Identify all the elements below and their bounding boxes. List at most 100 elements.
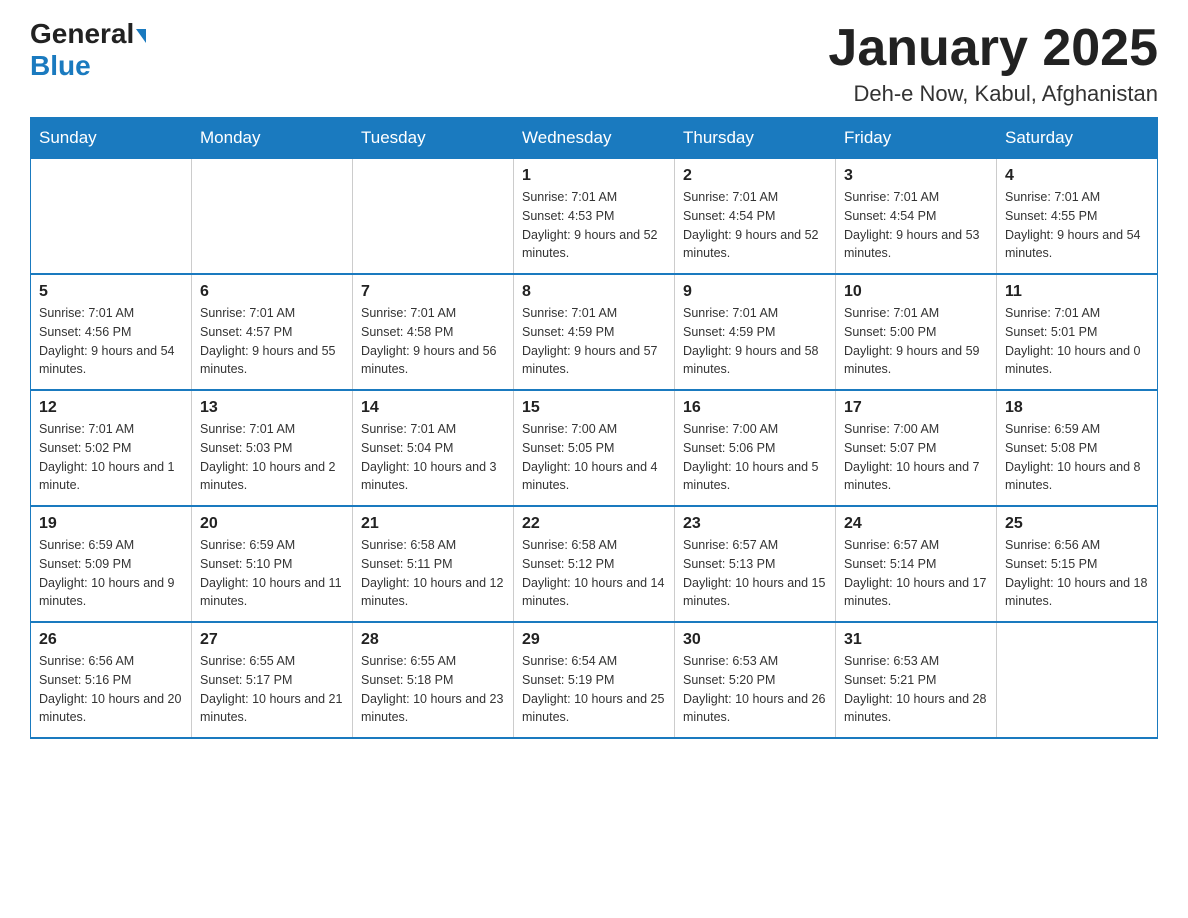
page-header: General Blue January 2025 Deh-e Now, Kab… xyxy=(30,20,1158,107)
day-info: Sunrise: 6:59 AMSunset: 5:08 PMDaylight:… xyxy=(1005,420,1149,495)
calendar-header-row: Sunday Monday Tuesday Wednesday Thursday… xyxy=(31,118,1158,159)
header-wednesday: Wednesday xyxy=(514,118,675,159)
day-number: 2 xyxy=(683,167,827,185)
table-row: 11 Sunrise: 7:01 AMSunset: 5:01 PMDayligh… xyxy=(997,274,1158,390)
day-info: Sunrise: 6:56 AMSunset: 5:16 PMDaylight:… xyxy=(39,652,183,727)
day-info: Sunrise: 7:00 AMSunset: 5:07 PMDaylight:… xyxy=(844,420,988,495)
table-row: 31 Sunrise: 6:53 AMSunset: 5:21 PMDayligh… xyxy=(836,622,997,738)
table-row xyxy=(353,159,514,275)
day-info: Sunrise: 7:01 AMSunset: 4:53 PMDaylight:… xyxy=(522,188,666,263)
table-row: 6 Sunrise: 7:01 AMSunset: 4:57 PMDaylight… xyxy=(192,274,353,390)
day-number: 13 xyxy=(200,399,344,417)
day-number: 11 xyxy=(1005,283,1149,301)
day-number: 7 xyxy=(361,283,505,301)
day-info: Sunrise: 6:55 AMSunset: 5:17 PMDaylight:… xyxy=(200,652,344,727)
day-info: Sunrise: 7:01 AMSunset: 5:01 PMDaylight:… xyxy=(1005,304,1149,379)
table-row xyxy=(997,622,1158,738)
header-tuesday: Tuesday xyxy=(353,118,514,159)
table-row: 24 Sunrise: 6:57 AMSunset: 5:14 PMDayligh… xyxy=(836,506,997,622)
day-info: Sunrise: 6:56 AMSunset: 5:15 PMDaylight:… xyxy=(1005,536,1149,611)
day-info: Sunrise: 7:01 AMSunset: 4:57 PMDaylight:… xyxy=(200,304,344,379)
table-row: 16 Sunrise: 7:00 AMSunset: 5:06 PMDayligh… xyxy=(675,390,836,506)
day-info: Sunrise: 7:01 AMSunset: 5:03 PMDaylight:… xyxy=(200,420,344,495)
day-number: 10 xyxy=(844,283,988,301)
day-info: Sunrise: 7:00 AMSunset: 5:06 PMDaylight:… xyxy=(683,420,827,495)
day-info: Sunrise: 7:01 AMSunset: 4:59 PMDaylight:… xyxy=(522,304,666,379)
header-saturday: Saturday xyxy=(997,118,1158,159)
day-number: 31 xyxy=(844,631,988,649)
table-row: 7 Sunrise: 7:01 AMSunset: 4:58 PMDaylight… xyxy=(353,274,514,390)
calendar-week-row: 1Sunrise: 7:01 AMSunset: 4:53 PMDaylight… xyxy=(31,159,1158,275)
day-number: 3 xyxy=(844,167,988,185)
table-row: 27 Sunrise: 6:55 AMSunset: 5:17 PMDayligh… xyxy=(192,622,353,738)
table-row: 10 Sunrise: 7:01 AMSunset: 5:00 PMDayligh… xyxy=(836,274,997,390)
location-subtitle: Deh-e Now, Kabul, Afghanistan xyxy=(828,81,1158,107)
table-row: 18 Sunrise: 6:59 AMSunset: 5:08 PMDayligh… xyxy=(997,390,1158,506)
day-number: 19 xyxy=(39,515,183,533)
table-row: 23Sunrise: 6:57 AMSunset: 5:13 PMDayligh… xyxy=(675,506,836,622)
table-row xyxy=(31,159,192,275)
day-number: 5 xyxy=(39,283,183,301)
day-info: Sunrise: 6:54 AMSunset: 5:19 PMDaylight:… xyxy=(522,652,666,727)
day-info: Sunrise: 7:01 AMSunset: 4:54 PMDaylight:… xyxy=(844,188,988,263)
day-number: 24 xyxy=(844,515,988,533)
day-number: 28 xyxy=(361,631,505,649)
day-number: 29 xyxy=(522,631,666,649)
table-row: 12 Sunrise: 7:01 AMSunset: 5:02 PMDayligh… xyxy=(31,390,192,506)
day-info: Sunrise: 7:01 AMSunset: 4:55 PMDaylight:… xyxy=(1005,188,1149,263)
day-info: Sunrise: 7:01 AMSunset: 4:54 PMDaylight:… xyxy=(683,188,827,263)
day-info: Sunrise: 6:58 AMSunset: 5:11 PMDaylight:… xyxy=(361,536,505,611)
day-number: 25 xyxy=(1005,515,1149,533)
table-row: 2 Sunrise: 7:01 AMSunset: 4:54 PMDaylight… xyxy=(675,159,836,275)
day-info: Sunrise: 7:01 AMSunset: 5:02 PMDaylight:… xyxy=(39,420,183,495)
table-row: 8 Sunrise: 7:01 AMSunset: 4:59 PMDaylight… xyxy=(514,274,675,390)
table-row: 13 Sunrise: 7:01 AMSunset: 5:03 PMDayligh… xyxy=(192,390,353,506)
day-info: Sunrise: 6:53 AMSunset: 5:21 PMDaylight:… xyxy=(844,652,988,727)
day-number: 6 xyxy=(200,283,344,301)
table-row: 15 Sunrise: 7:00 AMSunset: 5:05 PMDayligh… xyxy=(514,390,675,506)
day-number: 21 xyxy=(361,515,505,533)
table-row xyxy=(192,159,353,275)
day-number: 27 xyxy=(200,631,344,649)
calendar-week-row: 5 Sunrise: 7:01 AMSunset: 4:56 PMDaylight… xyxy=(31,274,1158,390)
day-info: Sunrise: 6:53 AMSunset: 5:20 PMDaylight:… xyxy=(683,652,827,727)
day-info: Sunrise: 6:59 AMSunset: 5:09 PMDaylight:… xyxy=(39,536,183,611)
day-number: 18 xyxy=(1005,399,1149,417)
day-number: 26 xyxy=(39,631,183,649)
title-block: January 2025 Deh-e Now, Kabul, Afghanist… xyxy=(828,20,1158,107)
day-info: Sunrise: 7:00 AMSunset: 5:05 PMDaylight:… xyxy=(522,420,666,495)
month-title: January 2025 xyxy=(828,20,1158,77)
header-monday: Monday xyxy=(192,118,353,159)
day-number: 16 xyxy=(683,399,827,417)
day-number: 15 xyxy=(522,399,666,417)
calendar-week-row: 26 Sunrise: 6:56 AMSunset: 5:16 PMDayligh… xyxy=(31,622,1158,738)
day-number: 8 xyxy=(522,283,666,301)
day-info: Sunrise: 6:55 AMSunset: 5:18 PMDaylight:… xyxy=(361,652,505,727)
day-info: Sunrise: 7:01 AMSunset: 4:56 PMDaylight:… xyxy=(39,304,183,379)
header-friday: Friday xyxy=(836,118,997,159)
day-number: 30 xyxy=(683,631,827,649)
day-info: Sunrise: 6:57 AMSunset: 5:14 PMDaylight:… xyxy=(844,536,988,611)
logo-blue-text: Blue xyxy=(30,50,91,82)
day-info: Sunrise: 7:01 AMSunset: 4:59 PMDaylight:… xyxy=(683,304,827,379)
logo-triangle-icon xyxy=(136,29,146,43)
day-info: Sunrise: 6:57 AMSunset: 5:13 PMDaylight:… xyxy=(683,536,827,611)
day-info: Sunrise: 7:01 AMSunset: 4:58 PMDaylight:… xyxy=(361,304,505,379)
table-row: 25 Sunrise: 6:56 AMSunset: 5:15 PMDayligh… xyxy=(997,506,1158,622)
table-row: 29 Sunrise: 6:54 AMSunset: 5:19 PMDayligh… xyxy=(514,622,675,738)
day-info: Sunrise: 7:01 AMSunset: 5:04 PMDaylight:… xyxy=(361,420,505,495)
day-info: Sunrise: 7:01 AMSunset: 5:00 PMDaylight:… xyxy=(844,304,988,379)
calendar-week-row: 12 Sunrise: 7:01 AMSunset: 5:02 PMDayligh… xyxy=(31,390,1158,506)
table-row: 3 Sunrise: 7:01 AMSunset: 4:54 PMDaylight… xyxy=(836,159,997,275)
day-number: 12 xyxy=(39,399,183,417)
logo: General Blue xyxy=(30,20,146,82)
table-row: 28 Sunrise: 6:55 AMSunset: 5:18 PMDayligh… xyxy=(353,622,514,738)
table-row: 1Sunrise: 7:01 AMSunset: 4:53 PMDaylight… xyxy=(514,159,675,275)
table-row: 5 Sunrise: 7:01 AMSunset: 4:56 PMDaylight… xyxy=(31,274,192,390)
table-row: 17Sunrise: 7:00 AMSunset: 5:07 PMDayligh… xyxy=(836,390,997,506)
day-info: Sunrise: 6:59 AMSunset: 5:10 PMDaylight:… xyxy=(200,536,344,611)
calendar-week-row: 19 Sunrise: 6:59 AMSunset: 5:09 PMDayligh… xyxy=(31,506,1158,622)
table-row: 22Sunrise: 6:58 AMSunset: 5:12 PMDayligh… xyxy=(514,506,675,622)
table-row: 21 Sunrise: 6:58 AMSunset: 5:11 PMDayligh… xyxy=(353,506,514,622)
calendar-table: Sunday Monday Tuesday Wednesday Thursday… xyxy=(30,117,1158,739)
